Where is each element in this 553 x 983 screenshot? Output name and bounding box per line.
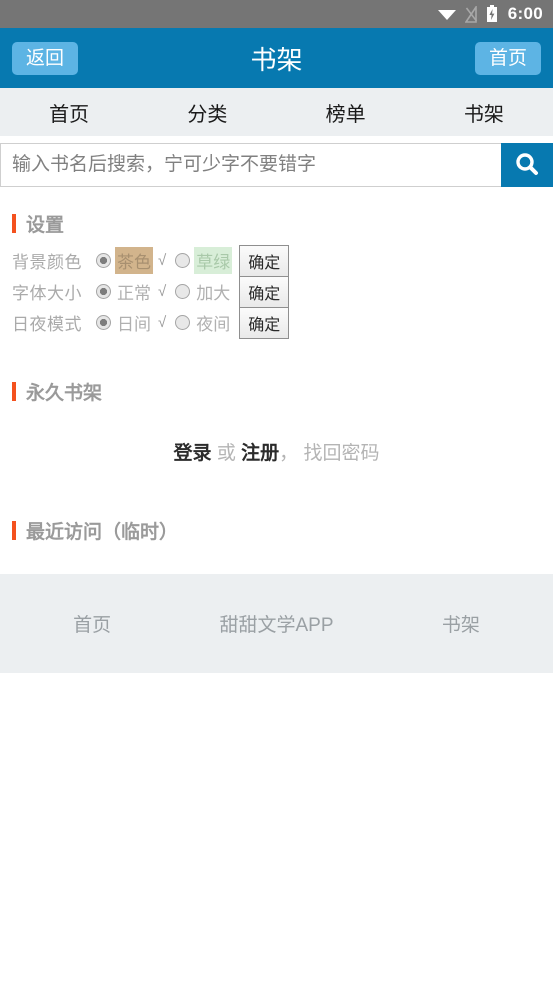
recent-visits-section: 最近访问（临时） <box>0 517 553 574</box>
option-group: 茶色 √ 草绿 <box>90 247 233 274</box>
tab-nav: 首页 分类 榜单 书架 <box>0 88 553 136</box>
search-button[interactable] <box>501 143 553 187</box>
check-mark-mode: √ <box>158 314 167 331</box>
home-button[interactable]: 首页 <box>474 41 541 75</box>
radio-bg-green[interactable] <box>175 253 191 268</box>
search-input[interactable] <box>0 143 501 187</box>
app-header: 返回 书架 首页 <box>0 28 553 88</box>
settings-section: 设置 背景颜色 茶色 √ 草绿 确定 字体大小 正常 √ 加大 确定 日夜模式 … <box>0 210 553 339</box>
option-group: 日间 √ 夜间 <box>90 309 232 336</box>
tab-ranking[interactable]: 榜单 <box>277 98 415 127</box>
confirm-button-font-size[interactable]: 确定 <box>239 275 290 308</box>
option-label-tan[interactable]: 茶色 <box>115 247 153 274</box>
setting-row-font-size: 字体大小 正常 √ 加大 确定 <box>0 275 553 308</box>
search-icon <box>513 150 541 181</box>
settings-title-text: 设置 <box>26 215 65 236</box>
recent-visits-title-text: 最近访问（临时） <box>26 522 179 543</box>
option-label-night[interactable]: 夜间 <box>194 309 232 336</box>
page-root: 6:00 返回 书架 首页 首页 分类 榜单 书架 设置 背 <box>0 0 553 983</box>
confirm-button-mode[interactable]: 确定 <box>239 306 290 339</box>
tab-home[interactable]: 首页 <box>0 98 138 127</box>
check-mark-bg: √ <box>158 252 167 269</box>
option-label-day[interactable]: 日间 <box>115 309 153 336</box>
radio-mode-day[interactable] <box>96 315 111 330</box>
status-time: 6:00 <box>507 4 543 23</box>
forgot-password-link[interactable]: 找回密码 <box>303 443 379 464</box>
option-group: 正常 √ 加大 <box>90 278 232 305</box>
login-row: 登录 或 注册， 找回密码 <box>0 438 553 465</box>
footer: 首页 甜甜文学APP 书架 <box>0 574 553 673</box>
settings-title: 设置 <box>0 210 553 237</box>
permanent-shelf-section: 永久书架 登录 或 注册， 找回密码 <box>0 378 553 465</box>
battery-charging-icon <box>486 5 498 23</box>
option-label-green[interactable]: 草绿 <box>194 247 233 274</box>
setting-label: 背景颜色 <box>12 253 82 272</box>
register-link[interactable]: 注册 <box>241 443 279 464</box>
footer-link-home[interactable]: 首页 <box>0 610 184 637</box>
signal-off-icon <box>464 5 478 23</box>
footer-link-bookshelf[interactable]: 书架 <box>369 610 553 637</box>
page-blank-area <box>0 673 553 983</box>
confirm-button-background[interactable]: 确定 <box>239 244 290 277</box>
option-label-normal[interactable]: 正常 <box>115 278 153 305</box>
option-label-large[interactable]: 加大 <box>194 278 232 305</box>
status-bar: 6:00 <box>0 0 553 28</box>
footer-link-app[interactable]: 甜甜文学APP <box>184 610 368 637</box>
radio-bg-tan[interactable] <box>96 253 111 268</box>
radio-mode-night[interactable] <box>175 315 191 330</box>
login-comma: ， <box>279 443 299 464</box>
radio-font-normal[interactable] <box>96 284 111 299</box>
login-link[interactable]: 登录 <box>174 443 212 464</box>
back-button[interactable]: 返回 <box>12 41 79 75</box>
permanent-shelf-title-text: 永久书架 <box>26 383 103 404</box>
search-bar <box>0 136 553 196</box>
setting-row-background-color: 背景颜色 茶色 √ 草绿 确定 <box>0 244 553 277</box>
radio-font-large[interactable] <box>175 284 191 299</box>
wifi-icon <box>437 6 457 22</box>
tab-category[interactable]: 分类 <box>138 98 276 127</box>
tab-bookshelf[interactable]: 书架 <box>415 98 553 127</box>
login-or-text: 或 <box>216 443 236 464</box>
setting-row-day-night-mode: 日夜模式 日间 √ 夜间 确定 <box>0 306 553 339</box>
check-mark-font: √ <box>158 283 167 300</box>
recent-visits-title: 最近访问（临时） <box>0 517 553 544</box>
setting-label: 日夜模式 <box>12 315 82 334</box>
permanent-shelf-title: 永久书架 <box>0 378 553 405</box>
page-title: 书架 <box>250 44 303 75</box>
setting-label: 字体大小 <box>12 284 82 303</box>
